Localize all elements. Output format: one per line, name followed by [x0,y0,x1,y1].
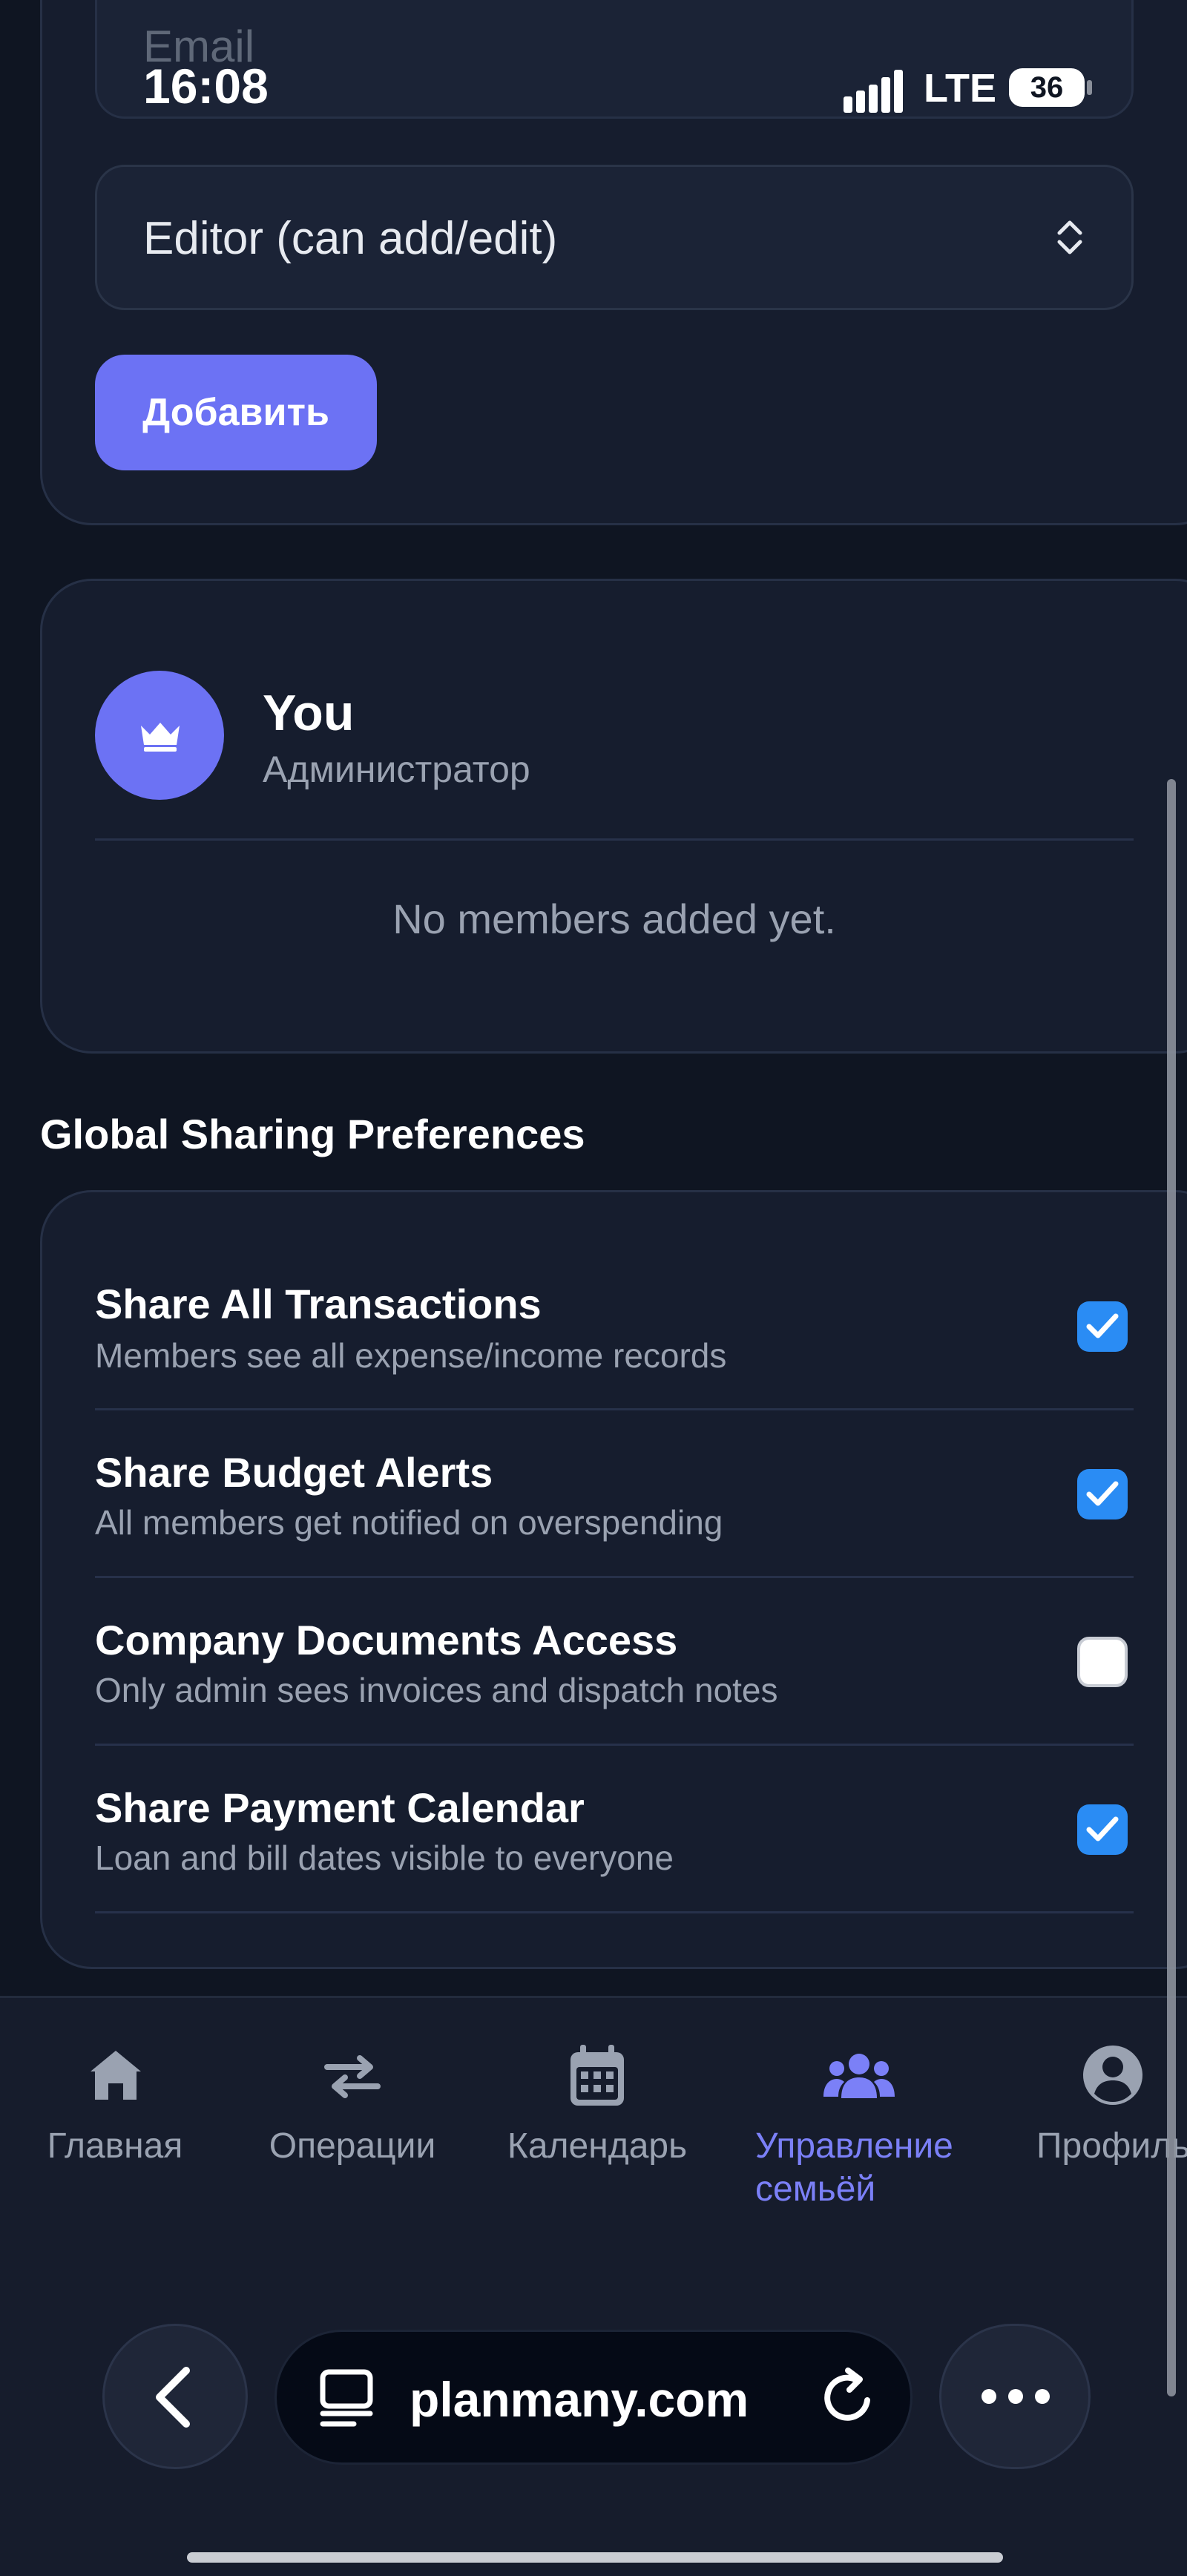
divider [95,838,1134,841]
pref-title-budget-alerts: Share Budget Alerts [95,1449,493,1496]
section-title: Global Sharing Preferences [40,1111,585,1157]
checkbox-payment-calendar[interactable] [1077,1804,1128,1855]
role-select-value: Editor (can add/edit) [143,213,558,264]
scrollbar[interactable] [1167,779,1176,2396]
checkmark-icon [1086,1313,1119,1338]
chevron-left-icon [156,2367,190,2428]
checkmark-icon [1086,1481,1119,1506]
pref-desc-share-transactions: Members see all expense/income records [95,1336,727,1375]
pref-desc-company-documents: Only admin sees invoices and dispatch no… [95,1671,778,1709]
reload-icon[interactable] [818,2366,878,2428]
members-card [40,579,1187,1054]
home-icon [91,2051,141,2100]
transfer-arrows-icon [324,2055,381,2098]
battery-icon: 36 [1009,68,1085,107]
pref-desc-payment-calendar: Loan and bill dates visible to everyone [95,1839,674,1877]
nav-label-home: Главная [47,2126,183,2166]
pref-title-share-transactions: Share All Transactions [95,1281,542,1327]
status-time: 16:08 [143,59,269,114]
more-dots-icon [982,2389,1050,2404]
pref-desc-budget-alerts: All members get notified on overspending [95,1503,723,1542]
checkbox-company-documents[interactable] [1077,1637,1128,1687]
nav-label-family-line1: Управление [755,2126,953,2166]
nav-label-profile: Профиль [1036,2126,1187,2166]
nav-label-calendar: Календарь [507,2126,688,2166]
divider [95,1576,1134,1578]
signal-icon [844,70,904,113]
profile-icon [1083,2046,1142,2105]
calendar-icon [571,2045,624,2106]
network-type: LTE [924,66,996,111]
divider [95,1911,1134,1913]
crown-icon [141,723,180,752]
battery-nub [1087,80,1092,95]
nav-item-family[interactable]: Управление семьёй [749,2052,964,2215]
page-menu-icon [320,2369,373,2427]
pref-title-company-documents: Company Documents Access [95,1617,678,1663]
add-member-button[interactable]: Добавить [95,355,377,470]
nav-label-family-line2: семьёй [755,2169,876,2209]
nav-item-profile[interactable]: Профиль [1035,2045,1187,2181]
nav-item-operations[interactable]: Операции [256,2048,449,2181]
empty-members-message: No members added yet. [392,896,836,942]
nav-item-home[interactable]: Главная [30,2048,200,2181]
browser-back-button[interactable] [102,2324,248,2469]
divider [95,1744,1134,1746]
pref-title-payment-calendar: Share Payment Calendar [95,1784,585,1831]
chevron-updown-icon [1057,220,1082,254]
family-group-icon [823,2054,895,2098]
checkbox-share-transactions[interactable] [1077,1301,1128,1352]
browser-more-button[interactable] [939,2324,1091,2469]
url-text: planmany.com [410,2372,749,2427]
nav-label-operations: Операции [269,2126,436,2166]
checkmark-icon [1086,1816,1119,1841]
member-role: Администратор [263,749,530,790]
member-name: You [263,685,355,741]
home-indicator [187,2552,1003,2563]
nav-item-calendar[interactable]: Календарь [497,2045,697,2181]
divider [95,1408,1134,1410]
checkbox-budget-alerts[interactable] [1077,1469,1128,1519]
